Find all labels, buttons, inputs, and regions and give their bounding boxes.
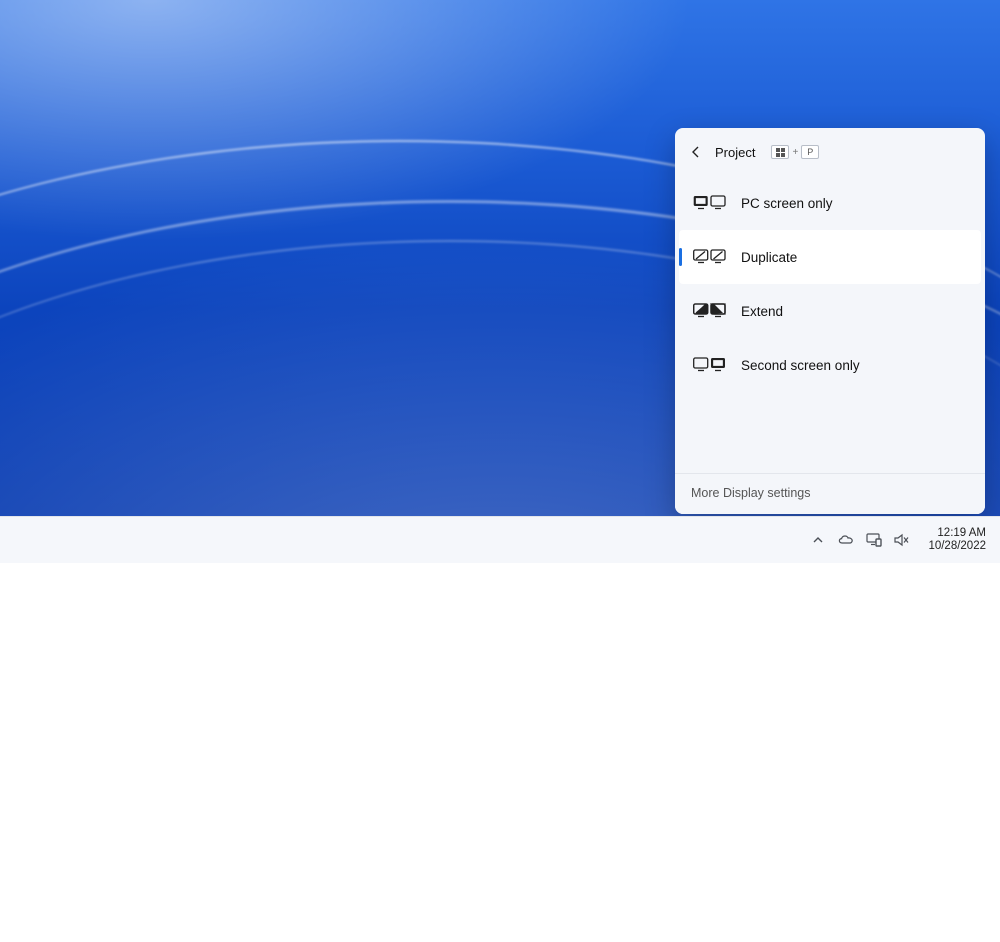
tray-overflow-icon[interactable] <box>810 532 826 548</box>
option-label: Extend <box>741 304 783 319</box>
footer-link-label: More Display settings <box>691 486 811 500</box>
option-extend[interactable]: Extend <box>675 284 985 338</box>
volume-muted-icon[interactable] <box>894 532 910 548</box>
p-key: P <box>801 145 819 159</box>
project-panel-title: Project <box>715 145 755 160</box>
back-icon[interactable] <box>689 145 703 159</box>
second-screen-only-icon <box>693 356 727 374</box>
display-project-icon[interactable] <box>866 532 882 548</box>
extend-icon <box>693 302 727 320</box>
option-pc-screen-only[interactable]: PC screen only <box>675 176 985 230</box>
option-label: Second screen only <box>741 358 860 373</box>
option-label: PC screen only <box>741 196 833 211</box>
option-duplicate[interactable]: Duplicate <box>679 230 981 284</box>
option-second-screen-only[interactable]: Second screen only <box>675 338 985 392</box>
project-panel: Project + P <box>675 128 985 514</box>
shortcut-plus: + <box>792 147 798 158</box>
onedrive-icon[interactable] <box>838 532 854 548</box>
win-key-icon <box>771 145 789 159</box>
more-display-settings-link[interactable]: More Display settings <box>675 473 985 514</box>
project-options-list: PC screen only Duplicate <box>675 170 985 473</box>
option-label: Duplicate <box>741 250 797 265</box>
duplicate-icon <box>693 248 727 266</box>
clock-time: 12:19 AM <box>937 527 986 540</box>
system-tray: 12:19 AM 10/28/2022 <box>810 527 992 553</box>
shortcut-hint: + P <box>771 145 819 159</box>
taskbar: 12:19 AM 10/28/2022 <box>0 516 1000 563</box>
clock-date: 10/28/2022 <box>928 540 986 553</box>
taskbar-clock[interactable]: 12:19 AM 10/28/2022 <box>928 527 992 553</box>
project-panel-header: Project + P <box>675 128 985 170</box>
pc-screen-only-icon <box>693 194 727 212</box>
